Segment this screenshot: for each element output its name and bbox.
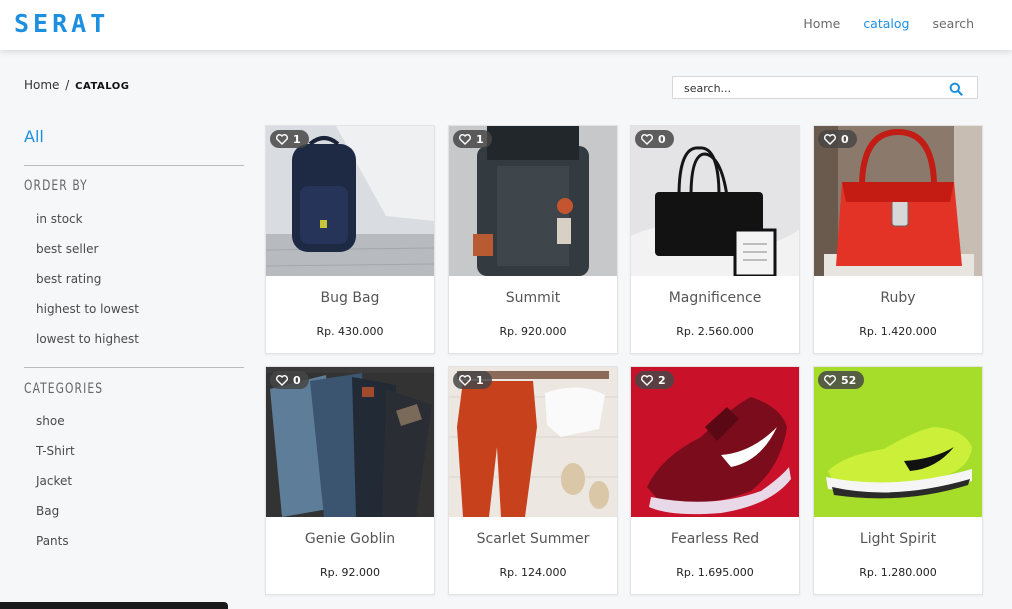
category-bag[interactable]: Bag	[36, 504, 59, 518]
product-image[interactable]	[631, 126, 799, 276]
status-bar	[0, 602, 228, 609]
search-icon[interactable]	[949, 81, 963, 96]
product-name[interactable]: Magnificence	[631, 290, 799, 306]
product-card[interactable]: 2 Fearless Red Rp. 1.695.000	[630, 366, 800, 595]
like-badge[interactable]: 1	[453, 371, 492, 389]
order-best-rating[interactable]: best rating	[36, 272, 101, 286]
product-price: Rp. 920.000	[499, 325, 567, 338]
product-card[interactable]: 1 Summit Rp. 920.000	[448, 125, 618, 354]
breadcrumb-home-link[interactable]: Home	[24, 78, 59, 92]
product-price: Rp. 1.695.000	[676, 566, 754, 579]
heart-icon	[276, 133, 288, 145]
product-name[interactable]: Scarlet Summer	[449, 531, 617, 547]
like-count: 0	[293, 373, 301, 387]
product-price: Rp. 92.000	[319, 566, 381, 579]
heart-icon	[459, 133, 471, 145]
like-count: 1	[476, 132, 484, 146]
order-highest-to-lowest[interactable]: highest to lowest	[36, 302, 139, 316]
like-badge[interactable]: 1	[270, 130, 309, 148]
breadcrumb-separator: /	[65, 78, 70, 92]
product-price: Rp. 1.280.000	[859, 566, 937, 579]
nav-home-link[interactable]: Home	[803, 16, 840, 31]
like-badge[interactable]: 52	[818, 371, 865, 389]
category-pants[interactable]: Pants	[36, 534, 69, 548]
heart-icon	[641, 374, 653, 386]
product-image[interactable]	[449, 126, 617, 276]
product-card[interactable]: 0 Genie Goblin Rp. 92.000	[265, 366, 435, 595]
product-name[interactable]: Summit	[449, 290, 617, 306]
sidebar-divider	[24, 165, 244, 166]
like-count: 52	[841, 373, 857, 387]
product-card[interactable]: 1 Bug Bag Rp. 430.000	[265, 125, 435, 354]
heart-icon	[824, 133, 836, 145]
sidebar-divider	[24, 367, 244, 368]
breadcrumb: Home / CATALOG	[24, 78, 129, 92]
like-badge[interactable]: 2	[635, 371, 674, 389]
product-image[interactable]	[449, 367, 617, 517]
heart-icon	[641, 133, 653, 145]
nav-catalog-link[interactable]: catalog	[863, 16, 909, 31]
breadcrumb-current: CATALOG	[75, 81, 130, 92]
product-card[interactable]: 0 Magnificence Rp. 2.560.000	[630, 125, 800, 354]
brand-logo[interactable]: SERAT	[14, 9, 109, 38]
like-count: 0	[658, 132, 666, 146]
product-price: Rp. 1.420.000	[859, 325, 937, 338]
product-name[interactable]: Bug Bag	[266, 290, 434, 306]
product-card[interactable]: 0 Ruby Rp. 1.420.000	[813, 125, 983, 354]
like-count: 2	[658, 373, 666, 387]
like-badge[interactable]: 1	[453, 130, 492, 148]
like-badge[interactable]: 0	[818, 130, 857, 148]
search-input[interactable]	[673, 78, 933, 99]
categories-title: CATEGORIES	[24, 381, 104, 397]
product-image[interactable]	[631, 367, 799, 517]
category-tshirt[interactable]: T-Shirt	[36, 444, 75, 458]
nav-search-link[interactable]: search	[932, 16, 974, 31]
catalog-search-box	[672, 76, 978, 99]
product-image[interactable]	[266, 367, 434, 517]
product-card[interactable]: 1 Scarlet Summer Rp. 124.000	[448, 366, 618, 595]
heart-icon	[276, 374, 288, 386]
heart-icon	[824, 374, 836, 386]
product-name[interactable]: Ruby	[814, 290, 982, 306]
product-price: Rp. 124.000	[499, 566, 567, 579]
product-price: Rp. 430.000	[316, 325, 384, 338]
product-card[interactable]: 52 Light Spirit Rp. 1.280.000	[813, 366, 983, 595]
product-image[interactable]	[266, 126, 434, 276]
order-lowest-to-highest[interactable]: lowest to highest	[36, 332, 139, 346]
product-name[interactable]: Genie Goblin	[266, 531, 434, 547]
category-shoe[interactable]: shoe	[36, 414, 65, 428]
heart-icon	[459, 374, 471, 386]
filter-all-link[interactable]: All	[24, 127, 44, 146]
top-navbar: SERAT Home catalog search	[0, 0, 1012, 50]
category-jacket[interactable]: Jacket	[36, 474, 72, 488]
product-name[interactable]: Fearless Red	[631, 531, 799, 547]
like-badge[interactable]: 0	[635, 130, 674, 148]
product-price: Rp. 2.560.000	[676, 325, 754, 338]
like-count: 1	[293, 132, 301, 146]
product-image[interactable]	[814, 126, 982, 276]
order-by-title: ORDER BY	[24, 178, 88, 194]
order-best-seller[interactable]: best seller	[36, 242, 98, 256]
like-count: 0	[841, 132, 849, 146]
like-badge[interactable]: 0	[270, 371, 309, 389]
main-nav: Home catalog search	[803, 16, 974, 31]
product-image[interactable]	[814, 367, 982, 517]
order-in-stock[interactable]: in stock	[36, 212, 83, 226]
product-name[interactable]: Light Spirit	[814, 531, 982, 547]
like-count: 1	[476, 373, 484, 387]
